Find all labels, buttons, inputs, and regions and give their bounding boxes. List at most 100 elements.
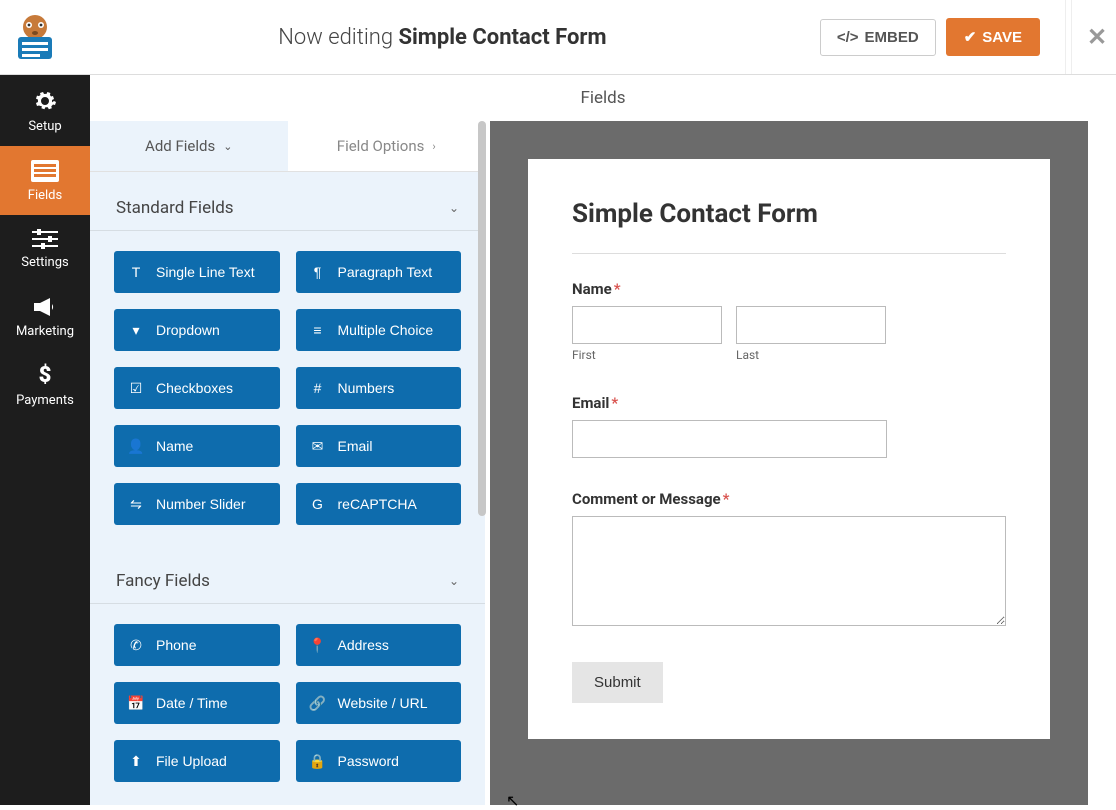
fancy-fields-grid: ✆Phone 📍Address 📅Date / Time 🔗 Website / URL… — [90, 604, 485, 802]
checkboxes-icon: ☑ — [128, 380, 144, 397]
field-type-phone[interactable]: ✆Phone — [114, 624, 280, 666]
nav-marketing-label: Marketing — [0, 324, 90, 339]
embed-button[interactable]: </> EMBED — [820, 19, 936, 56]
comment-textarea[interactable] — [572, 516, 1006, 626]
tab-field-options[interactable]: Field Options › — [288, 121, 486, 171]
field-type-single-line-text[interactable]: TSingle Line Text — [114, 251, 280, 293]
field-type-address[interactable]: 📍Address — [296, 624, 462, 666]
nav-payments-label: Payments — [0, 393, 90, 408]
nav-settings[interactable]: Settings — [0, 215, 90, 282]
last-sublabel: Last — [736, 348, 886, 362]
recaptcha-icon: G — [310, 496, 326, 512]
paragraph-text-icon: ¶ — [310, 264, 326, 280]
comment-label: Comment or Message* — [572, 490, 1006, 508]
last-name-input[interactable] — [736, 306, 886, 344]
section-standard-fields[interactable]: Standard Fields ⌄ — [90, 172, 485, 231]
section-fancy-fields[interactable]: Fancy Fields ⌄ — [90, 545, 485, 604]
file-upload-icon: ⬆ — [128, 753, 144, 770]
section-fancy-title: Fancy Fields — [116, 571, 210, 591]
form-preview: Simple Contact Form Name* First Last Ema… — [490, 121, 1088, 805]
website-url-icon: 🔗 — [310, 695, 326, 712]
field-type-checkboxes[interactable]: ☑ Checkboxes — [114, 367, 280, 409]
tab-field-options-label: Field Options — [337, 137, 425, 155]
nav-marketing[interactable]: Marketing — [0, 282, 90, 351]
field-type-label: Website / URL — [338, 695, 428, 711]
field-type-email[interactable]: ✉Email — [296, 425, 462, 467]
top-bar: Now editing Simple Contact Form </> EMBE… — [0, 0, 1116, 75]
field-type-label: Number Slider — [156, 496, 245, 512]
tab-add-fields-label: Add Fields — [145, 137, 215, 155]
field-email[interactable]: Email* — [572, 394, 1006, 458]
field-type-password[interactable]: 🔒Password — [296, 740, 462, 782]
field-type-label: Checkboxes — [156, 380, 233, 396]
email-label: Email* — [572, 394, 1006, 412]
field-type-file-upload[interactable]: ⬆File Upload — [114, 740, 280, 782]
field-type-label: Phone — [156, 637, 196, 653]
tab-add-fields[interactable]: Add Fields ⌄ — [90, 121, 288, 171]
preview-form-title: Simple Contact Form — [572, 199, 1006, 229]
field-type-date-time[interactable]: 📅Date / Time — [114, 682, 280, 724]
field-type-name[interactable]: 👤Name — [114, 425, 280, 467]
logo-icon — [8, 13, 62, 61]
field-type-multiple-choice[interactable]: ≡ Multiple Choice — [296, 309, 462, 351]
top-buttons: </> EMBED ✔ SAVE — [820, 18, 1040, 56]
required-marker: * — [611, 394, 618, 412]
email-label-text: Email — [572, 394, 609, 412]
form-card: Simple Contact Form Name* First Last Ema… — [528, 159, 1050, 739]
numbers-icon: # — [310, 380, 326, 396]
field-type-label: Multiple Choice — [338, 322, 434, 338]
date-time-icon: 📅 — [128, 695, 144, 712]
field-type-recaptcha[interactable]: GreCAPTCHA — [296, 483, 462, 525]
submit-button[interactable]: Submit — [572, 662, 663, 703]
last-name-col: Last — [736, 306, 886, 362]
nav-payments[interactable]: $ Payments — [0, 351, 90, 420]
nav-fields[interactable]: Fields — [0, 146, 90, 215]
first-sublabel: First — [572, 348, 722, 362]
nav-fields-label: Fields — [0, 188, 90, 203]
nav-settings-label: Settings — [0, 255, 90, 270]
field-type-dropdown[interactable]: ▾Dropdown — [114, 309, 280, 351]
save-button[interactable]: ✔ SAVE — [946, 18, 1040, 56]
left-nav: Setup Fields Settings Marketing $ Paymen… — [0, 75, 90, 805]
scrollbar[interactable] — [478, 121, 486, 516]
standard-fields-grid: TSingle Line Text ¶Paragraph Text ▾Dropdow… — [90, 231, 485, 545]
field-type-number-slider[interactable]: ⇋ Number Slider — [114, 483, 280, 525]
code-icon: </> — [837, 29, 859, 46]
multiple-choice-icon: ≡ — [310, 322, 326, 338]
field-type-label: Password — [338, 753, 399, 769]
number-slider-icon: ⇋ — [128, 496, 144, 513]
field-type-label: Dropdown — [156, 322, 220, 338]
required-marker: * — [614, 280, 621, 298]
sidebar-tabs: Add Fields ⌄ Field Options › — [90, 121, 485, 172]
name-label: Name* — [572, 280, 1006, 298]
close-button[interactable]: ✕ — [1071, 0, 1106, 74]
email-input[interactable] — [572, 420, 887, 458]
first-name-input[interactable] — [572, 306, 722, 344]
nav-setup[interactable]: Setup — [0, 75, 90, 146]
bullhorn-icon — [0, 296, 90, 318]
name-label-text: Name — [572, 280, 612, 298]
field-comment[interactable]: Comment or Message* — [572, 490, 1006, 630]
field-type-label: reCAPTCHA — [338, 496, 417, 512]
chevron-right-icon: › — [432, 140, 435, 153]
sliders-icon — [0, 229, 90, 249]
section-standard-title: Standard Fields — [116, 198, 234, 218]
chevron-down-icon: ⌄ — [223, 140, 232, 153]
divider — [1065, 0, 1066, 74]
embed-button-label: EMBED — [865, 29, 919, 46]
field-type-label: Single Line Text — [156, 264, 255, 280]
field-type-paragraph-text[interactable]: ¶Paragraph Text — [296, 251, 462, 293]
wpforms-logo — [5, 10, 65, 65]
email-icon: ✉ — [310, 438, 326, 455]
gear-icon — [0, 89, 90, 113]
required-marker: * — [723, 490, 730, 508]
address-icon: 📍 — [310, 637, 326, 654]
check-icon: ✔ — [964, 28, 977, 46]
panel-title: Fields — [580, 88, 625, 108]
field-type-numbers[interactable]: #Numbers — [296, 367, 462, 409]
field-type-website-url[interactable]: 🔗 Website / URL — [296, 682, 462, 724]
field-type-label: Name — [156, 438, 193, 454]
panel-header: Fields — [90, 75, 1116, 121]
first-name-col: First — [572, 306, 722, 362]
field-name[interactable]: Name* First Last — [572, 280, 1006, 362]
